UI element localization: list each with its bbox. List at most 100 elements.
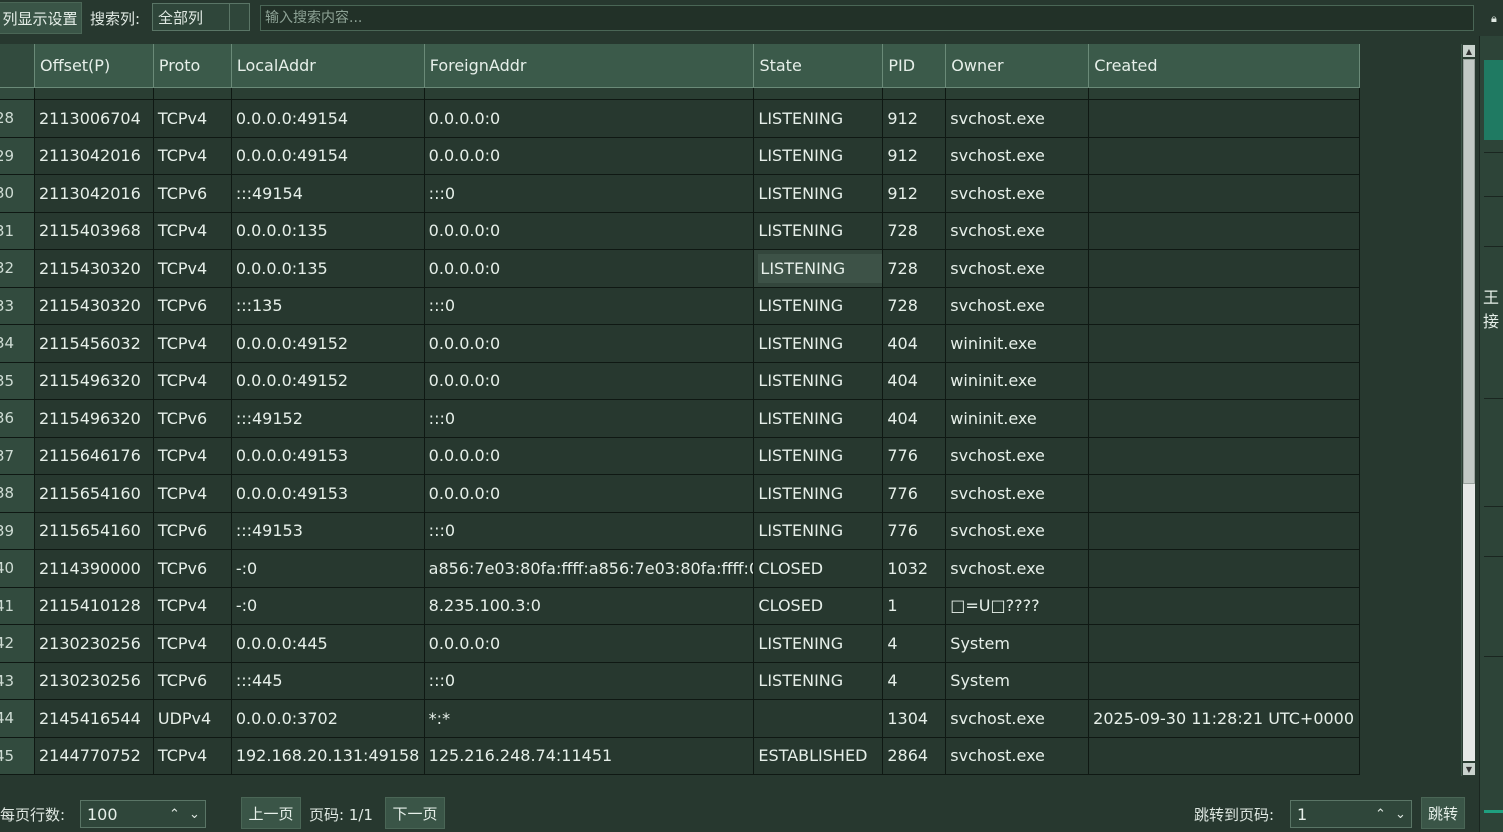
row-number[interactable]: 45 xyxy=(0,737,35,774)
table-row[interactable]: 31 2115403968TCPv40.0.0.0:1350.0.0.0:0LIS… xyxy=(0,212,1360,250)
header-proto[interactable]: Proto xyxy=(153,44,232,88)
cell-foreignaddr[interactable]: 0.0.0.0:0 xyxy=(424,362,755,399)
cell-state[interactable]: LISTENING xyxy=(754,400,884,437)
cell-offset[interactable]: 2115410128 xyxy=(34,587,154,624)
header-localaddr[interactable]: LocalAddr xyxy=(231,44,425,88)
cell-owner[interactable]: svchost.exe xyxy=(946,212,1090,249)
table-row[interactable]: 32 2115430320TCPv40.0.0.0:1350.0.0.0:0LIS… xyxy=(0,250,1360,288)
cell-pid[interactable]: 4 xyxy=(883,662,947,699)
cell-created[interactable] xyxy=(1089,587,1360,624)
table-row[interactable]: 44 2145416544UDPv40.0.0.0:3702*:* 1304svch… xyxy=(0,700,1360,738)
cell-proto[interactable]: TCPv4 xyxy=(153,737,232,774)
cell-created[interactable] xyxy=(1089,437,1360,474)
vertical-scrollbar[interactable]: ▲ ▼ xyxy=(1461,44,1475,776)
cell-state[interactable]: LISTENING xyxy=(754,475,884,512)
cell-foreignaddr[interactable]: 0.0.0.0:0 xyxy=(424,250,755,287)
cell-localaddr[interactable]: 0.0.0.0:445 xyxy=(231,625,425,662)
row-number[interactable]: 34 xyxy=(0,325,35,362)
cell-foreignaddr[interactable]: 8.235.100.3:0 xyxy=(424,587,755,624)
row-number[interactable]: 44 xyxy=(0,700,35,737)
cell-offset[interactable]: 2113006704 xyxy=(34,100,154,137)
cell-pid[interactable]: 912 xyxy=(883,175,947,212)
cell-pid[interactable]: 404 xyxy=(883,400,947,437)
cell-offset[interactable]: 2115430320 xyxy=(34,250,154,287)
cell-owner[interactable]: svchost.exe xyxy=(946,100,1090,137)
cell-proto[interactable]: TCPv4 xyxy=(153,100,232,137)
cell-state[interactable]: CLOSED xyxy=(754,587,884,624)
table-row[interactable]: 43 2130230256TCPv6:::445:::0LISTENING4Sys… xyxy=(0,662,1360,700)
spin-up-icon[interactable]: ⌃ xyxy=(1375,801,1386,827)
cell-localaddr[interactable]: :::49152 xyxy=(231,400,425,437)
search-column-select[interactable]: 全部列 xyxy=(152,3,250,31)
cell-proto[interactable]: TCPv4 xyxy=(153,362,232,399)
cell-state[interactable]: LISTENING xyxy=(754,662,884,699)
row-number[interactable]: 39 xyxy=(0,512,35,549)
cell-created[interactable] xyxy=(1089,100,1360,137)
cell-proto[interactable]: TCPv4 xyxy=(153,325,232,362)
cell-localaddr[interactable]: 0.0.0.0:135 xyxy=(231,250,425,287)
row-number[interactable]: 37 xyxy=(0,437,35,474)
cell-offset[interactable]: 2145416544 xyxy=(34,700,154,737)
cell-owner[interactable]: svchost.exe xyxy=(946,250,1090,287)
cell-localaddr[interactable]: 0.0.0.0:49154 xyxy=(231,100,425,137)
header-owner[interactable]: Owner xyxy=(946,44,1090,88)
cell-proto[interactable]: TCPv6 xyxy=(153,287,232,324)
cell-offset[interactable]: 2114390000 xyxy=(34,550,154,587)
table-row[interactable]: 41 2115410128TCPv4-:08.235.100.3:0CLOSED1… xyxy=(0,587,1360,625)
cell-offset[interactable]: 2115646176 xyxy=(34,437,154,474)
cell-localaddr[interactable]: 0.0.0.0:3702 xyxy=(231,700,425,737)
cell-foreignaddr[interactable]: :::0 xyxy=(424,287,755,324)
cell-owner[interactable]: svchost.exe xyxy=(946,737,1090,774)
row-number[interactable]: 28 xyxy=(0,100,35,137)
cell-pid[interactable]: 912 xyxy=(883,137,947,174)
cell-foreignaddr[interactable]: :::0 xyxy=(424,512,755,549)
cell-pid[interactable]: 728 xyxy=(883,287,947,324)
cell-created[interactable] xyxy=(1089,550,1360,587)
side-panel-tab[interactable] xyxy=(1484,60,1503,140)
cell-foreignaddr[interactable]: :::0 xyxy=(424,400,755,437)
cell-created[interactable] xyxy=(1089,137,1360,174)
jump-page-spinbox[interactable]: 1 ⌃ ⌄ xyxy=(1290,800,1412,828)
cell-created[interactable] xyxy=(1089,212,1360,249)
table-row[interactable]: 29 2113042016TCPv40.0.0.0:491540.0.0.0:0L… xyxy=(0,137,1360,175)
table-row[interactable]: 40 2114390000TCPv6-:0a856:7e03:80fa:ffff:… xyxy=(0,550,1360,588)
prev-page-button[interactable]: 上一页 xyxy=(241,797,301,829)
cell-created[interactable] xyxy=(1089,512,1360,549)
cell-owner[interactable]: wininit.exe xyxy=(946,325,1090,362)
header-corner[interactable] xyxy=(0,44,35,88)
cell-pid[interactable]: 776 xyxy=(883,437,947,474)
spin-down-icon[interactable]: ⌄ xyxy=(189,801,200,827)
cell-proto[interactable]: TCPv6 xyxy=(153,550,232,587)
spin-down-icon[interactable]: ⌄ xyxy=(1395,801,1406,827)
scroll-up-icon[interactable]: ▲ xyxy=(1463,45,1475,57)
cell-owner[interactable]: System xyxy=(946,662,1090,699)
row-number[interactable]: 31 xyxy=(0,212,35,249)
cell-pid[interactable]: 728 xyxy=(883,250,947,287)
cell-proto[interactable]: TCPv4 xyxy=(153,212,232,249)
cell-foreignaddr[interactable]: 0.0.0.0:0 xyxy=(424,437,755,474)
cell-localaddr[interactable]: -:0 xyxy=(231,550,425,587)
table-row[interactable]: 39 2115654160TCPv6:::49153:::0LISTENING77… xyxy=(0,512,1360,550)
cell-offset[interactable]: 2115430320 xyxy=(34,287,154,324)
row-number[interactable]: 32 xyxy=(0,250,35,287)
cell-owner[interactable]: svchost.exe xyxy=(946,287,1090,324)
row-number[interactable]: 35 xyxy=(0,362,35,399)
table-row[interactable]: 45 2144770752TCPv4192.168.20.131:49158125… xyxy=(0,737,1360,775)
row-number[interactable]: 41 xyxy=(0,587,35,624)
spin-up-icon[interactable]: ⌃ xyxy=(169,801,180,827)
cell-foreignaddr[interactable]: 0.0.0.0:0 xyxy=(424,137,755,174)
cell-offset[interactable]: 2130230256 xyxy=(34,625,154,662)
cell-created[interactable]: 2025-09-30 11:28:21 UTC+0000 xyxy=(1089,700,1360,737)
table-row[interactable]: 35 2115496320TCPv40.0.0.0:491520.0.0.0:0L… xyxy=(0,362,1360,400)
row-number[interactable]: 36 xyxy=(0,400,35,437)
cell-created[interactable] xyxy=(1089,325,1360,362)
cell-state[interactable]: LISTENING xyxy=(754,137,884,174)
cell-proto[interactable]: TCPv6 xyxy=(153,662,232,699)
cell-offset[interactable]: 2113042016 xyxy=(34,137,154,174)
cell-owner[interactable]: System xyxy=(946,625,1090,662)
rows-per-page-spinbox[interactable]: 100 ⌃ ⌄ xyxy=(80,800,206,828)
cell-state[interactable]: LISTENING xyxy=(754,250,884,287)
cell-localaddr[interactable]: 0.0.0.0:49152 xyxy=(231,325,425,362)
cell-localaddr[interactable]: 0.0.0.0:49153 xyxy=(231,475,425,512)
cell-owner[interactable]: svchost.exe xyxy=(946,475,1090,512)
